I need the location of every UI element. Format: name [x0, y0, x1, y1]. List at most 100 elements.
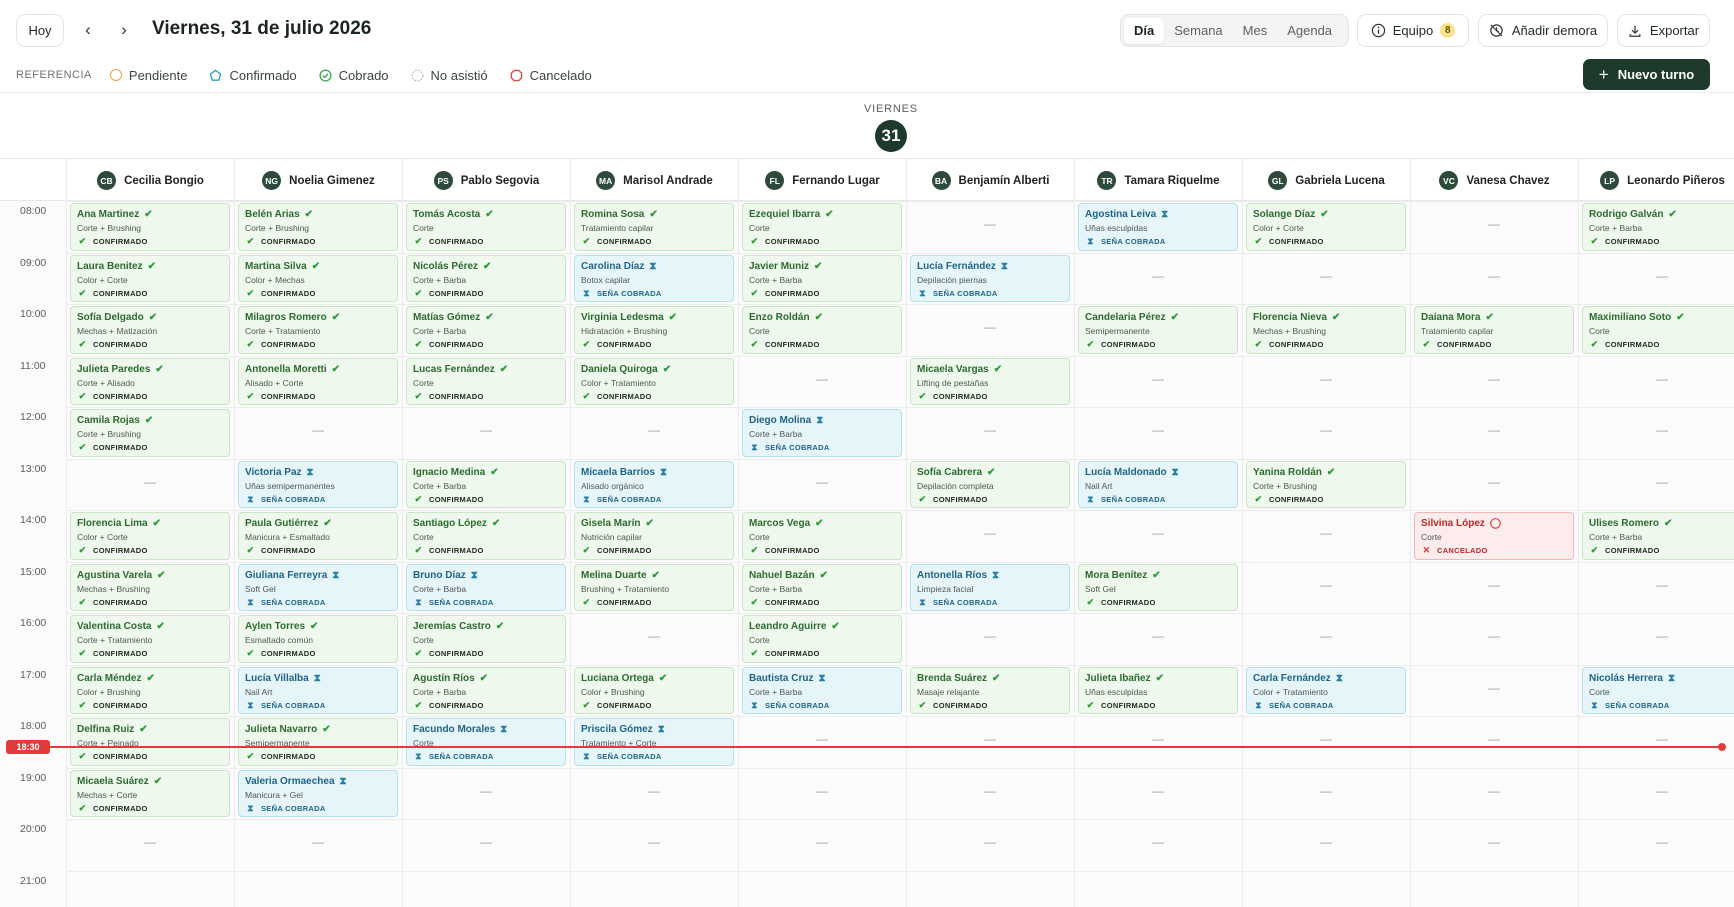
empty-slot[interactable]: —	[1246, 629, 1406, 643]
appointment-card[interactable]: Daniela Quiroga ✔ Color + Tratamiento ✔ CONF…	[574, 357, 734, 405]
empty-slot[interactable]: —	[742, 475, 902, 489]
appointment-card[interactable]: Ulises Romero ✔ Corte + Barba ✔ CONFIRMADO	[1582, 512, 1734, 560]
appointment-card[interactable]: Melina Duarte ✔ Brushing + Tratamiento ✔ CON…	[574, 563, 734, 611]
appointment-card[interactable]: Carla Fernández ⧗ Color + Tratamiento ⧗ SEÑA…	[1246, 666, 1406, 714]
appointment-card[interactable]: Martina Silva ✔ Color + Mechas ✔ CONFIRMADO	[238, 254, 398, 302]
staff-column-header[interactable]: NG Noelia Gimenez	[234, 159, 402, 202]
empty-slot[interactable]: —	[742, 372, 902, 386]
appointment-card[interactable]: Bautista Cruz ⧗ Corte + Barba ⧗ SEÑA COBRADA	[742, 666, 902, 714]
tab-week[interactable]: Semana	[1164, 18, 1232, 44]
appointment-card[interactable]: Leandro Aguirre ✔ Corte ✔ CONFIRMADO	[742, 615, 902, 663]
appointment-card[interactable]: Nicolás Herrera ⧗ Corte ⧗ SEÑA COBRADA	[1582, 666, 1734, 714]
appointment-card[interactable]: Virginia Ledesma ✔ Hidratación + Brushing ✔…	[574, 306, 734, 354]
empty-slot[interactable]: —	[1414, 835, 1574, 849]
tab-agenda[interactable]: Agenda	[1277, 18, 1342, 44]
empty-slot[interactable]: —	[910, 526, 1070, 540]
empty-slot[interactable]: —	[574, 423, 734, 437]
empty-slot[interactable]: —	[910, 629, 1070, 643]
appointment-card[interactable]: Agustín Ríos ✔ Corte + Barba ✔ CONFIRMADO	[406, 666, 566, 714]
empty-slot[interactable]: —	[1078, 526, 1238, 540]
appointment-card[interactable]: Candelaria Pérez ✔ Semipermanente ✔ CONFIRMA…	[1078, 306, 1238, 354]
empty-slot[interactable]: —	[1246, 372, 1406, 386]
empty-slot[interactable]: —	[1414, 732, 1574, 746]
team-button[interactable]: Equipo 8	[1357, 14, 1469, 47]
tab-day[interactable]: Día	[1124, 17, 1165, 44]
appointment-card[interactable]: Diego Molina ⧗ Corte + Barba ⧗ SEÑA COBRADA	[742, 409, 902, 457]
appointment-card[interactable]: Maximiliano Soto ✔ Corte ✔ CONFIRMADO	[1582, 306, 1734, 354]
empty-slot[interactable]: —	[1078, 372, 1238, 386]
appointment-card[interactable]: Yanina Roldán ✔ Corte + Brushing ✔ CONFIRMAD…	[1246, 460, 1406, 508]
staff-column-header[interactable]: VC Vanesa Chavez	[1410, 159, 1578, 202]
appointment-card[interactable]: Carla Méndez ✔ Color + Brushing ✔ CONFIRMADO	[70, 666, 230, 714]
appointment-card[interactable]: Silvina López ◯ Corte ✕ CANCELADO	[1414, 512, 1574, 560]
appointment-card[interactable]: Romina Sosa ✔ Tratamiento capilar ✔ CONFIRMA…	[574, 203, 734, 251]
appointment-card[interactable]: Jeremías Castro ✔ Corte ✔ CONFIRMADO	[406, 615, 566, 663]
appointment-card[interactable]: Victoria Paz ⧗ Uñas semipermanentes ⧗ SEÑA C…	[238, 460, 398, 508]
empty-slot[interactable]: —	[1246, 578, 1406, 592]
empty-slot[interactable]: —	[742, 732, 902, 746]
empty-slot[interactable]: —	[1246, 526, 1406, 540]
appointment-card[interactable]: Belén Arias ✔ Corte + Brushing ✔ CONFIRMADO	[238, 203, 398, 251]
empty-slot[interactable]: —	[70, 475, 230, 489]
empty-slot[interactable]: —	[406, 423, 566, 437]
appointment-card[interactable]: Sofía Delgado ✔ Mechas + Matización ✔ CONFIR…	[70, 306, 230, 354]
prev-day-icon[interactable]: ‹	[77, 19, 99, 41]
empty-slot[interactable]: —	[1414, 784, 1574, 798]
empty-slot[interactable]: —	[1078, 732, 1238, 746]
appointment-card[interactable]: Giuliana Ferreyra ⧗ Soft Gel ⧗ SEÑA COBRADA	[238, 563, 398, 611]
empty-slot[interactable]: —	[742, 784, 902, 798]
empty-slot[interactable]: —	[910, 423, 1070, 437]
appointment-card[interactable]: Mora Benítez ✔ Soft Gel ✔ CONFIRMADO	[1078, 563, 1238, 611]
export-button[interactable]: Exportar	[1617, 14, 1710, 47]
empty-slot[interactable]: —	[1414, 269, 1574, 283]
appointment-card[interactable]: Carolina Díaz ⧗ Botox capilar ⧗ SEÑA COBRADA	[574, 254, 734, 302]
appointment-card[interactable]: Micaela Vargas ✔ Lifting de pestañas ✔ CONFI…	[910, 357, 1070, 405]
empty-slot[interactable]: —	[1246, 784, 1406, 798]
appointment-card[interactable]: Marcos Vega ✔ Corte ✔ CONFIRMADO	[742, 512, 902, 560]
appointment-card[interactable]: Agustina Varela ✔ Mechas + Brushing ✔ CONFIR…	[70, 563, 230, 611]
empty-slot[interactable]: —	[238, 423, 398, 437]
appointment-card[interactable]: Florencia Lima ✔ Color + Corte ✔ CONFIRMADO	[70, 512, 230, 560]
appointment-card[interactable]: Milagros Romero ✔ Corte + Tratamiento ✔ CONF…	[238, 306, 398, 354]
empty-slot[interactable]: —	[910, 784, 1070, 798]
empty-slot[interactable]: —	[1414, 681, 1574, 695]
empty-slot[interactable]: —	[1246, 835, 1406, 849]
appointment-card[interactable]: Paula Gutiérrez ✔ Manicura + Esmaltado ✔ CON…	[238, 512, 398, 560]
today-button[interactable]: Hoy	[16, 14, 64, 47]
appointment-card[interactable]: Florencia Nieva ✔ Mechas + Brushing ✔ CONFIR…	[1246, 306, 1406, 354]
appointment-card[interactable]: Camila Rojas ✔ Corte + Brushing ✔ CONFIRMADO	[70, 409, 230, 457]
appointment-card[interactable]: Agostina Leiva ⧗ Uñas esculpidas ⧗ SEÑA COBR…	[1078, 203, 1238, 251]
empty-slot[interactable]: —	[1582, 732, 1734, 746]
appointment-card[interactable]: Valentina Costa ✔ Corte + Tratamiento ✔ CONF…	[70, 615, 230, 663]
appointment-card[interactable]: Luciana Ortega ✔ Color + Brushing ✔ CONFIRMA…	[574, 666, 734, 714]
appointment-card[interactable]: Micaela Barrios ⧗ Alisado orgánico ⧗ SEÑA CO…	[574, 460, 734, 508]
empty-slot[interactable]: —	[1582, 423, 1734, 437]
appointment-card[interactable]: Enzo Roldán ✔ Corte ✔ CONFIRMADO	[742, 306, 902, 354]
empty-slot[interactable]: —	[1246, 423, 1406, 437]
appointment-card[interactable]: Rodrigo Galván ✔ Corte + Barba ✔ CONFIRMADO	[1582, 203, 1734, 251]
appointment-card[interactable]: Nicolás Pérez ✔ Corte + Barba ✔ CONFIRMADO	[406, 254, 566, 302]
appointment-card[interactable]: Lucía Villalba ⧗ Nail Art ⧗ SEÑA COBRADA	[238, 666, 398, 714]
empty-slot[interactable]: —	[1414, 217, 1574, 231]
appointment-card[interactable]: Aylen Torres ✔ Esmaltado común ✔ CONFIRMADO	[238, 615, 398, 663]
empty-slot[interactable]: —	[406, 835, 566, 849]
empty-slot[interactable]: —	[910, 217, 1070, 231]
staff-column-header[interactable]: FL Fernando Lugar	[738, 159, 906, 202]
empty-slot[interactable]: —	[1582, 475, 1734, 489]
appointment-card[interactable]: Sofía Cabrera ✔ Depilación completa ✔ CONFIR…	[910, 460, 1070, 508]
appointment-card[interactable]: Gisela Marín ✔ Nutrición capilar ✔ CONFIRMAD…	[574, 512, 734, 560]
empty-slot[interactable]: —	[1414, 475, 1574, 489]
empty-slot[interactable]: —	[1414, 629, 1574, 643]
next-day-icon[interactable]: ›	[113, 19, 135, 41]
staff-column-header[interactable]: GL Gabriela Lucena	[1242, 159, 1410, 202]
appointment-card[interactable]: Laura Benitez ✔ Color + Corte ✔ CONFIRMADO	[70, 254, 230, 302]
appointment-card[interactable]: Ezequiel Ibarra ✔ Corte ✔ CONFIRMADO	[742, 203, 902, 251]
empty-slot[interactable]: —	[1078, 784, 1238, 798]
empty-slot[interactable]: —	[1582, 578, 1734, 592]
staff-column-header[interactable]: TR Tamara Riquelme	[1074, 159, 1242, 202]
appointment-card[interactable]: Priscila Gómez ⧗ Tratamiento + Corte ⧗ SEÑA …	[574, 718, 734, 766]
empty-slot[interactable]: —	[406, 784, 566, 798]
empty-slot[interactable]: —	[910, 732, 1070, 746]
staff-column-header[interactable]: CB Cecilia Bongio	[66, 159, 234, 202]
empty-slot[interactable]: —	[742, 835, 902, 849]
